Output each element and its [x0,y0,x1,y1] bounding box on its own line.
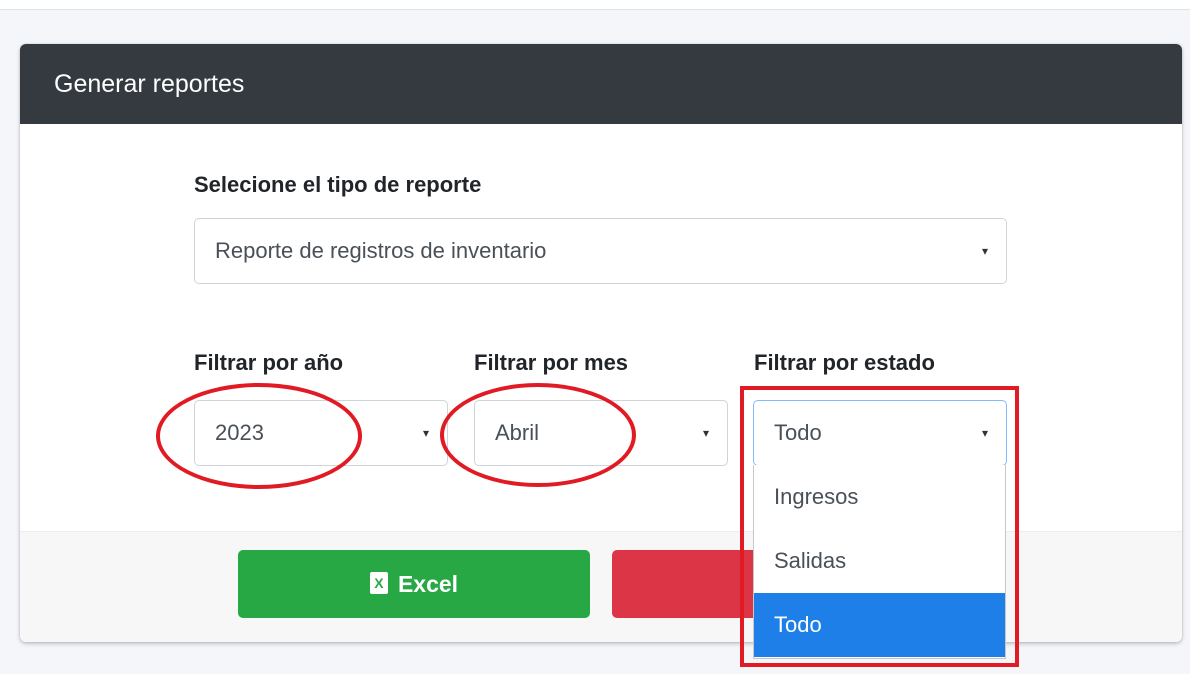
excel-button-label: Excel [397,571,459,597]
annotation-box-status [740,386,1019,667]
month-filter-label: Filtrar por mes [474,350,629,375]
chevron-down-icon: ▾ [702,426,709,440]
excel-button[interactable]: X Excel [238,550,590,618]
chevron-down-icon: ▾ [422,426,429,440]
report-type-label: Selecione el tipo de reporte [194,172,482,197]
card-title: Generar reportes [54,70,245,98]
annotation-circle-month [440,383,636,487]
excel-file-icon: X [369,571,388,594]
top-navbar-edge [0,0,1190,10]
chevron-down-icon: ▾ [981,244,988,258]
annotation-circle-year [156,383,362,489]
year-filter-label: Filtrar por año [194,350,344,375]
report-type-select[interactable]: Reporte de registros de inventario ▾ [194,218,1007,284]
card-header: Generar reportes [20,44,1182,124]
report-type-value: Reporte de registros de inventario [215,238,547,263]
status-filter-label: Filtrar por estado [754,350,935,375]
